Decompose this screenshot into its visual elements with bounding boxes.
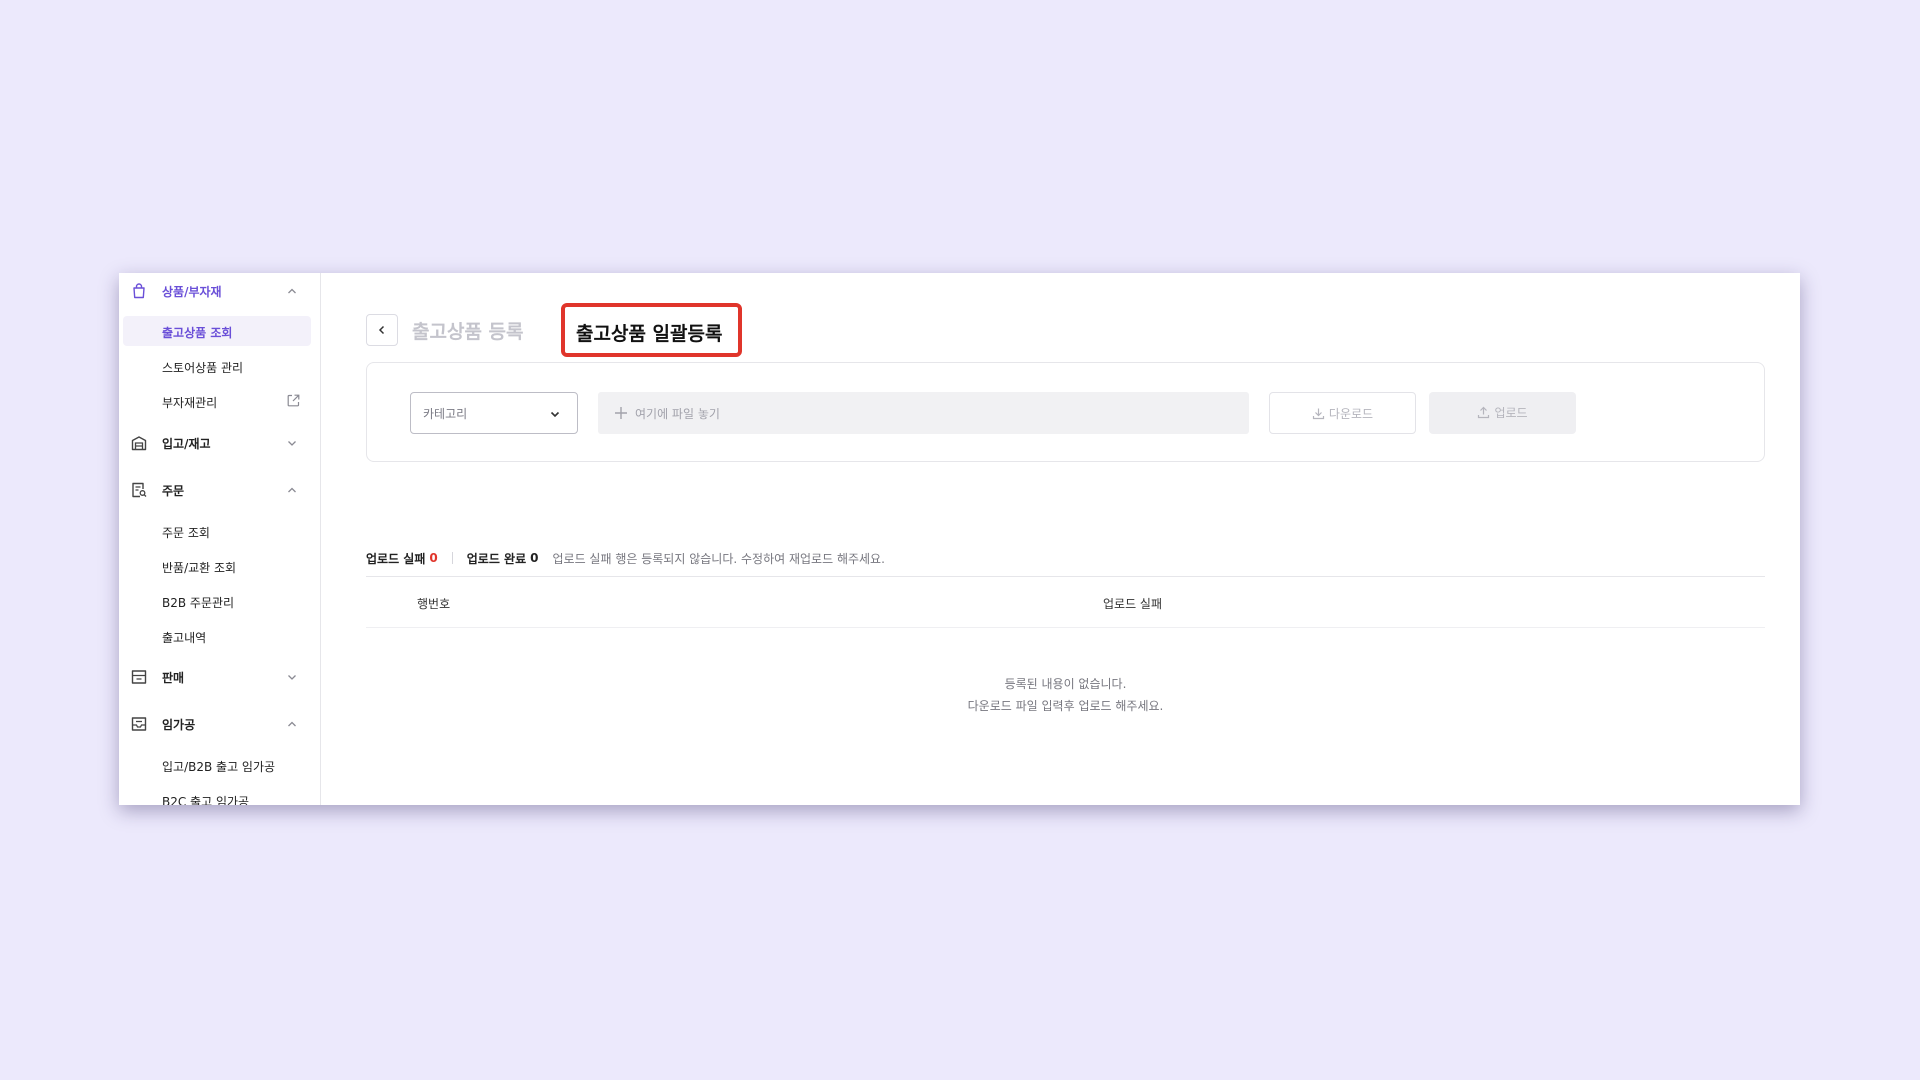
sidebar-item-materials[interactable]: 부자재관리 — [123, 386, 311, 416]
page-title: 출고상품 일괄등록 — [576, 323, 723, 345]
dropzone-label: 여기에 파일 놓기 — [635, 407, 720, 421]
tab-product-register[interactable]: 출고상품 등록 — [412, 317, 524, 344]
chevron-up-icon — [288, 487, 296, 493]
sidebar-item-label: B2B 주문관리 — [162, 596, 235, 610]
download-icon — [1312, 408, 1325, 420]
upload-fail-count: 0 — [429, 551, 438, 565]
chevron-down-icon — [288, 441, 296, 446]
sidebar-section-processing[interactable]: 임가공 — [119, 709, 321, 739]
store-icon — [131, 670, 147, 684]
plus-icon — [615, 407, 627, 419]
category-select-value: 카테고리 — [423, 407, 468, 421]
sidebar: 상품/부자재 출고상품 조회 스토어상품 관리 부자재관리 입고/재고 주문 주… — [119, 273, 321, 805]
download-button[interactable]: 다운로드 — [1269, 392, 1416, 434]
sidebar-item-label: 부자재관리 — [162, 396, 218, 410]
summary-divider — [451, 552, 453, 564]
sidebar-item-order-search[interactable]: 주문 조회 — [123, 516, 311, 546]
sidebar-item-b2c-processing[interactable]: B2C 출고 임가공 — [123, 785, 311, 805]
sidebar-section-label: 주문 — [162, 484, 185, 498]
upload-success-count: 0 — [530, 551, 539, 565]
shopping-bag-icon — [133, 283, 145, 299]
column-header-row-number: 행번호 — [417, 597, 451, 611]
chevron-left-icon — [378, 325, 385, 335]
empty-state-line: 등록된 내용이 없습니다. — [1004, 677, 1127, 691]
empty-state: 등록된 내용이 없습니다. 다운로드 파일 입력후 업로드 해주세요. — [366, 673, 1765, 717]
sidebar-item-label: 스토어상품 관리 — [162, 361, 244, 375]
sidebar-item-label: 출고내역 — [162, 631, 207, 645]
order-search-icon — [132, 482, 147, 498]
sidebar-item-label: B2C 출고 임가공 — [162, 795, 250, 805]
chevron-up-icon — [288, 721, 296, 727]
divider — [366, 627, 1765, 628]
sidebar-section-products[interactable]: 상품/부자재 — [119, 276, 321, 306]
app-window: 상품/부자재 출고상품 조회 스토어상품 관리 부자재관리 입고/재고 주문 주… — [119, 273, 1800, 805]
sidebar-item-shipping-products[interactable]: 출고상품 조회 — [123, 316, 311, 346]
sidebar-item-b2b-orders[interactable]: B2B 주문관리 — [123, 586, 311, 616]
sidebar-item-inbound-b2b-processing[interactable]: 입고/B2B 출고 임가공 — [123, 750, 311, 780]
sidebar-section-label: 임가공 — [162, 718, 196, 732]
category-select[interactable]: 카테고리 — [410, 392, 578, 434]
sidebar-section-label: 판매 — [162, 671, 185, 685]
sidebar-section-orders[interactable]: 주문 — [119, 475, 321, 505]
upload-summary-note: 업로드 실패 행은 등록되지 않습니다. 수정하여 재업로드 해주세요. — [552, 551, 885, 566]
sidebar-section-sales[interactable]: 판매 — [119, 662, 321, 692]
sidebar-item-returns[interactable]: 반품/교환 조회 — [123, 551, 311, 581]
sidebar-item-label: 주문 조회 — [162, 526, 210, 540]
chevron-down-icon — [550, 411, 560, 418]
sidebar-section-label: 상품/부자재 — [162, 285, 222, 299]
upload-panel: 카테고리 여기에 파일 놓기 다운로드 업로드 — [366, 362, 1765, 462]
divider — [366, 576, 1765, 577]
chevron-up-icon — [288, 288, 296, 294]
sidebar-item-shipping-history[interactable]: 출고내역 — [123, 621, 311, 651]
upload-icon — [1478, 406, 1490, 419]
sidebar-section-label: 입고/재고 — [162, 437, 211, 451]
sidebar-item-label: 출고상품 조회 — [162, 326, 233, 340]
sidebar-item-label: 입고/B2B 출고 임가공 — [162, 760, 276, 774]
upload-button[interactable]: 업로드 — [1429, 392, 1576, 434]
download-button-label: 다운로드 — [1328, 407, 1374, 421]
chevron-down-icon — [288, 675, 296, 680]
upload-summary: 업로드 실패 0 업로드 완료 0 업로드 실패 행은 등록되지 않습니다. 수… — [366, 550, 885, 566]
file-dropzone[interactable]: 여기에 파일 놓기 — [598, 392, 1249, 434]
upload-button-label: 업로드 — [1494, 406, 1528, 420]
sidebar-item-store-products[interactable]: 스토어상품 관리 — [123, 351, 311, 381]
sidebar-section-inventory[interactable]: 입고/재고 — [119, 428, 321, 458]
column-header-upload-fail: 업로드 실패 — [1103, 597, 1163, 611]
empty-state-line: 다운로드 파일 입력후 업로드 해주세요. — [967, 699, 1164, 713]
external-link-icon — [287, 394, 300, 407]
sidebar-item-label: 반품/교환 조회 — [162, 561, 237, 575]
warehouse-icon — [131, 436, 147, 451]
upload-success-label: 업로드 완료 — [466, 551, 527, 566]
back-button[interactable] — [366, 314, 398, 346]
tab-bulk-register[interactable]: 출고상품 일괄등록 — [561, 303, 742, 357]
upload-fail-label: 업로드 실패 — [366, 551, 426, 566]
inbox-icon — [131, 717, 147, 731]
